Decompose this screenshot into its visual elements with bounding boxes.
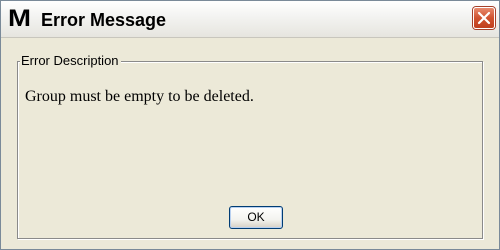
window-title: Error Message	[41, 10, 167, 30]
error-message-text: Group must be empty to be deleted.	[25, 88, 254, 105]
ok-button[interactable]: OK	[229, 206, 283, 229]
title-bar[interactable]: M Error Message	[1, 1, 499, 38]
close-icon	[477, 11, 491, 25]
error-dialog: M Error Message Error Description Group …	[0, 0, 500, 250]
group-legend: Error Description	[20, 53, 121, 69]
close-button[interactable]	[473, 7, 495, 29]
app-logo: M	[8, 5, 31, 32]
